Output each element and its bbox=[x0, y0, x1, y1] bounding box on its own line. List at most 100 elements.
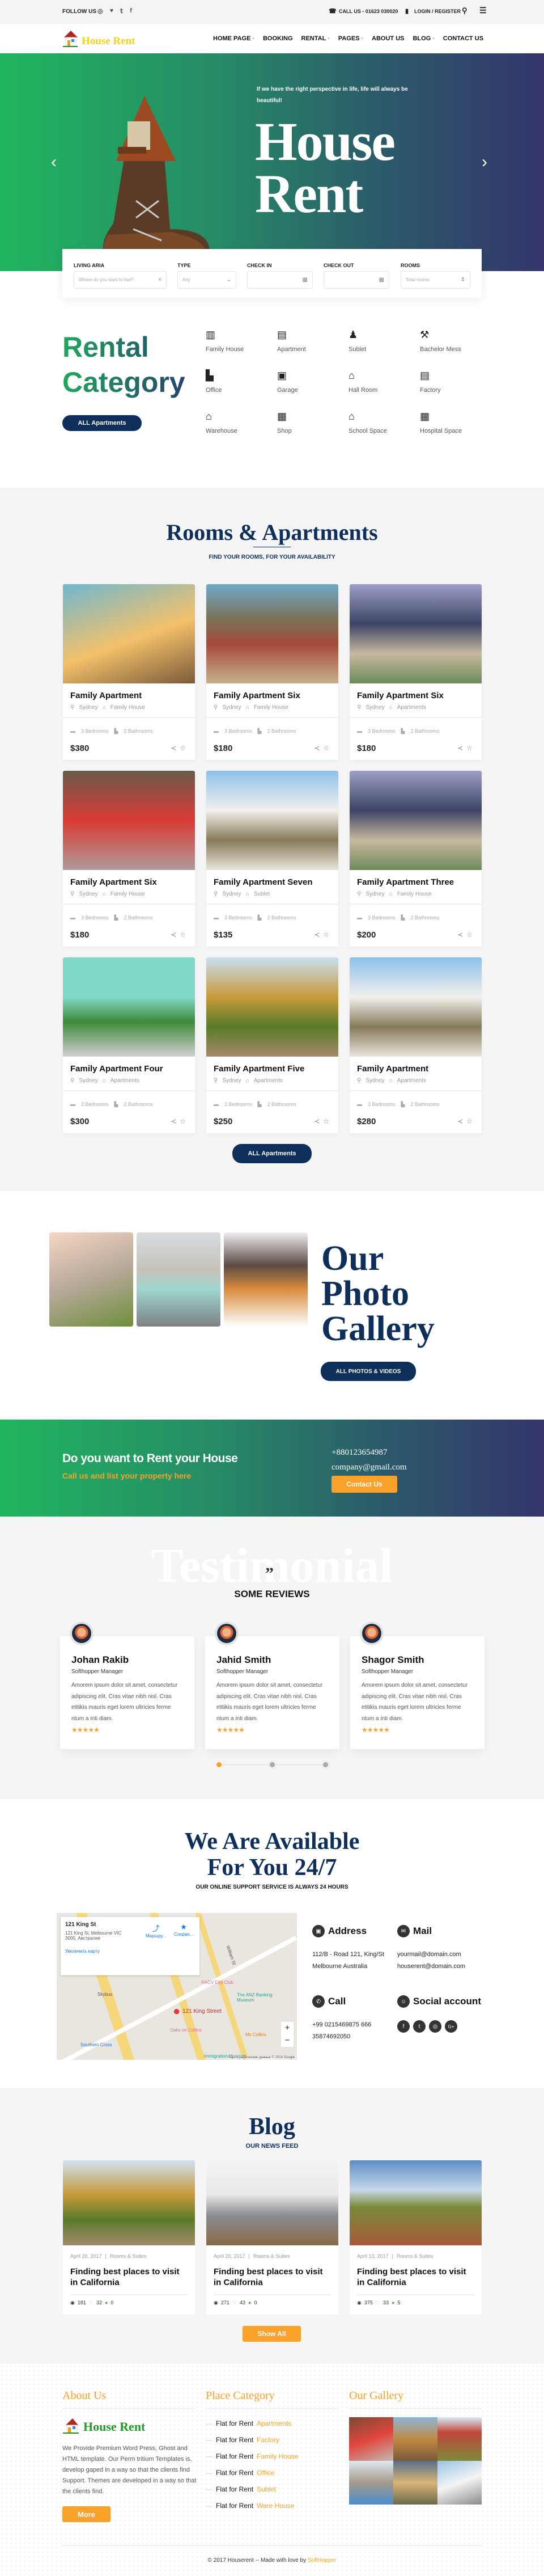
gallery-thumb[interactable] bbox=[393, 2461, 437, 2505]
blog-category[interactable]: Rooms & Suites bbox=[110, 2253, 147, 2259]
footer-category-link[interactable]: — Flat for Rent Apartments bbox=[206, 2419, 338, 2436]
category-sublet[interactable]: ♟ Sublet bbox=[348, 329, 411, 353]
star-icon[interactable]: ☆ bbox=[466, 931, 473, 939]
all-apartments-button-bottom[interactable]: ALL Apartments bbox=[232, 1144, 312, 1163]
gallery-photo-jumping-man[interactable] bbox=[49, 1232, 133, 1327]
room-card[interactable]: Family Apartment ⚲ Sydney ⌂ Family House ▬ 3 B… bbox=[63, 584, 195, 760]
footer-category-link[interactable]: — Flat for Rent Ware House bbox=[206, 2502, 338, 2518]
calendar-icon[interactable]: ▦ bbox=[379, 277, 384, 283]
search-icon[interactable]: ⚲ bbox=[462, 6, 468, 15]
room-card[interactable]: Family Apartment Six ⚲ Sydney ⌂ Apartments ▬ 3… bbox=[350, 584, 482, 760]
twitter-icon[interactable]: 𝕥 bbox=[120, 7, 123, 15]
room-title[interactable]: Family Apartment Four bbox=[70, 1064, 163, 1074]
slider-dot-1-active[interactable] bbox=[216, 1762, 222, 1767]
footer-category-link[interactable]: — Flat for Rent Factory bbox=[206, 2436, 338, 2452]
calendar-icon[interactable]: ▦ bbox=[303, 277, 308, 283]
room-card[interactable]: Family Apartment Six ⚲ Sydney ⌂ Family House… bbox=[63, 771, 195, 947]
star-icon[interactable]: ☆ bbox=[180, 931, 186, 939]
star-icon[interactable]: ☆ bbox=[323, 744, 329, 752]
nav-item-blog[interactable]: BLOG ▾ bbox=[413, 35, 434, 42]
category-bachelor-mess[interactable]: ⚒ Bachelor Mess bbox=[420, 329, 482, 353]
slider-dot-3[interactable] bbox=[323, 1762, 328, 1767]
room-title[interactable]: Family Apartment bbox=[357, 1064, 428, 1074]
stepper-icon[interactable]: ⇕ bbox=[461, 277, 465, 283]
room-card[interactable]: Family Apartment Six ⚲ Sydney ⌂ Family House… bbox=[206, 584, 338, 760]
room-title[interactable]: Family Apartment Seven bbox=[214, 877, 313, 887]
room-photo[interactable] bbox=[206, 771, 338, 870]
room-title[interactable]: Family Apartment Six bbox=[357, 691, 444, 700]
room-title[interactable]: Family Apartment Three bbox=[357, 877, 454, 887]
comment-icon[interactable]: ● bbox=[105, 2300, 108, 2306]
heart-icon[interactable]: ♡ bbox=[89, 2300, 94, 2306]
room-photo[interactable] bbox=[206, 584, 338, 683]
room-card[interactable]: Family Apartment Seven ⚲ Sydney ⌂ Sublet ▬ 3 B… bbox=[206, 771, 338, 947]
gallery-thumb[interactable] bbox=[437, 2417, 482, 2461]
comment-icon[interactable]: ● bbox=[248, 2300, 251, 2306]
blog-title[interactable]: Finding best places to visit in Californ… bbox=[70, 2266, 186, 2288]
room-card[interactable]: Family Apartment Five ⚲ Sydney ⌂ Apartments ▬… bbox=[206, 957, 338, 1133]
room-photo[interactable] bbox=[206, 957, 338, 1057]
blog-category[interactable]: Rooms & Suites bbox=[397, 2253, 434, 2259]
check-in-input[interactable]: ▦ bbox=[247, 271, 313, 289]
blog-photo[interactable] bbox=[63, 2160, 195, 2245]
room-photo[interactable] bbox=[63, 771, 195, 870]
instagram-icon[interactable]: ◎ bbox=[97, 7, 103, 15]
footer-category-link[interactable]: — Flat for Rent Sublet bbox=[206, 2485, 338, 2502]
category-factory[interactable]: ▤ Factory bbox=[420, 370, 482, 394]
all-apartments-button[interactable]: ALL Apartments bbox=[62, 415, 142, 431]
share-icon[interactable]: ≺ bbox=[457, 744, 463, 752]
blog-category[interactable]: Rooms & Suites bbox=[253, 2253, 290, 2259]
rooms-input[interactable]: Total rooms ⇕ bbox=[401, 271, 470, 289]
room-title[interactable]: Family Apartment Six bbox=[70, 877, 157, 887]
more-button[interactable]: More bbox=[62, 2506, 110, 2522]
blog-photo[interactable] bbox=[206, 2160, 338, 2245]
type-input[interactable]: Any ⌄ bbox=[177, 271, 236, 289]
share-icon[interactable]: ≺ bbox=[171, 931, 176, 939]
map-enlarge-link[interactable]: Увеличить карту bbox=[65, 1949, 195, 1954]
blog-card[interactable]: April 20, 2017 | Rooms & Suites Finding bes… bbox=[206, 2160, 338, 2315]
facebook-icon[interactable]: f bbox=[397, 2020, 410, 2033]
room-title[interactable]: Family Apartment bbox=[70, 691, 142, 700]
category-shop[interactable]: ▦ Shop bbox=[277, 411, 339, 434]
map-zoom-controls[interactable]: + − bbox=[281, 2022, 294, 2047]
gallery-thumb[interactable] bbox=[393, 2417, 437, 2461]
instagram-icon[interactable]: ◎ bbox=[429, 2020, 441, 2033]
gallery-thumb[interactable] bbox=[437, 2461, 482, 2505]
heart-icon[interactable]: ♥ bbox=[110, 7, 114, 15]
room-photo[interactable] bbox=[350, 957, 482, 1057]
nav-item-home-page[interactable]: HOME PAGE ▾ bbox=[213, 35, 254, 42]
next-slide-arrow[interactable]: › bbox=[482, 153, 487, 172]
slider-dot-2[interactable] bbox=[270, 1762, 275, 1767]
star-icon[interactable]: ☆ bbox=[323, 1117, 329, 1125]
google-map[interactable]: 121 King St 121 King St, Melbourne VIC 3… bbox=[57, 1913, 297, 2060]
mail-line2[interactable]: houserent@domain.com bbox=[397, 1961, 471, 1973]
gallery-thumb[interactable] bbox=[349, 2417, 393, 2461]
living-aria-input[interactable]: Where do you want to live? × bbox=[74, 271, 167, 289]
category-family-house[interactable]: ▥ Family House bbox=[206, 329, 268, 353]
nav-item-contact-us[interactable]: CONTACT US bbox=[443, 35, 483, 42]
blog-title[interactable]: Finding best places to visit in Californ… bbox=[357, 2266, 473, 2288]
login-register-link[interactable]: LOGIN / REGISTER bbox=[414, 9, 461, 14]
chevron-down-icon[interactable]: ⌄ bbox=[227, 277, 231, 283]
category-school-space[interactable]: ⌂ School Space bbox=[348, 411, 411, 434]
blog-title[interactable]: Finding best places to visit in Californ… bbox=[214, 2266, 330, 2288]
credit-link[interactable]: SoftHopper bbox=[308, 2557, 337, 2564]
room-card[interactable]: Family Apartment ⚲ Sydney ⌂ Apartments ▬ 3 Bed… bbox=[350, 957, 482, 1133]
share-icon[interactable]: ≺ bbox=[171, 744, 176, 752]
star-icon[interactable]: ☆ bbox=[180, 744, 186, 752]
star-icon[interactable]: ☆ bbox=[323, 931, 329, 939]
room-photo[interactable] bbox=[63, 957, 195, 1057]
show-all-button[interactable]: Show All bbox=[243, 2326, 301, 2342]
nav-item-rental[interactable]: RENTAL ▾ bbox=[301, 35, 330, 42]
nav-item-about-us[interactable]: ABOUT US bbox=[372, 35, 404, 42]
room-title[interactable]: Family Apartment Six bbox=[214, 691, 300, 700]
map-directions-button[interactable]: ⤴ Маршру... bbox=[146, 1923, 166, 1939]
star-icon[interactable]: ☆ bbox=[466, 744, 473, 752]
check-out-input[interactable]: ▦ bbox=[324, 271, 389, 289]
all-photos-videos-button[interactable]: ALL PHOTOS & VIDEOS bbox=[321, 1362, 416, 1381]
twitter-icon[interactable]: t bbox=[413, 2020, 426, 2033]
google-plus-icon[interactable]: G+ bbox=[445, 2020, 457, 2033]
heart-icon[interactable]: ♡ bbox=[376, 2300, 380, 2306]
room-photo[interactable] bbox=[350, 771, 482, 870]
gallery-photo-snow-house[interactable] bbox=[224, 1232, 308, 1327]
